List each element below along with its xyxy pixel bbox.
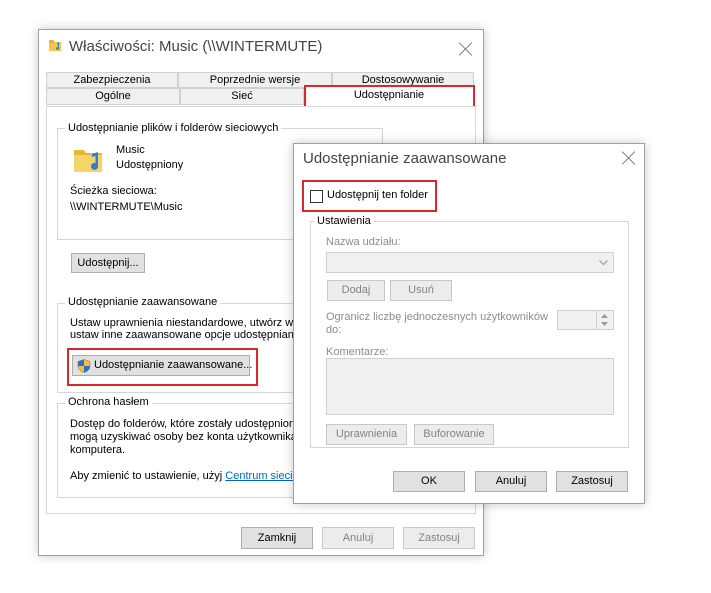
folder-name: Music [116, 144, 145, 156]
folder-status: Udostępniony [116, 159, 184, 171]
tab-zabezpieczenia[interactable]: Zabezpieczenia [46, 72, 178, 88]
tab-ogolne[interactable]: Ogólne [46, 88, 180, 105]
main-apply-button[interactable]: Zastosuj [403, 527, 475, 549]
window-title: Właściwości: Music (\\WINTERMUTE) [69, 38, 323, 55]
network-share-group-label: Udostępnianie plików i folderów sieciowy… [65, 122, 282, 134]
highlight-advanced-button [67, 348, 258, 386]
password-change-line: Aby zmienić to ustawienie, użyj Centrum … [70, 470, 307, 482]
network-path-label: Ścieżka sieciowa: [70, 185, 157, 197]
password-desc-line1: Dostęp do folderów, które zostały udostę… [70, 418, 302, 430]
advanced-desc-line1: Ustaw uprawnienia niestandardowe, utwórz… [70, 317, 302, 329]
dialog-apply-button[interactable]: Zastosuj [556, 471, 628, 492]
dialog-close-icon[interactable] [622, 151, 636, 165]
permissions-button[interactable]: Uprawnienia [326, 424, 407, 445]
network-path: \\WINTERMUTE\Music [70, 201, 183, 213]
tab-siec[interactable]: Sieć [180, 88, 304, 105]
password-group-label: Ochrona hasłem [65, 396, 152, 408]
advanced-desc-line2: ustaw inne zaawansowane opcje udostępnia… [70, 329, 303, 341]
dialog-cancel-button[interactable]: Anuluj [475, 471, 547, 492]
dialog-title: Udostępnianie zaawansowane [303, 150, 507, 167]
settings-group-label: Ustawienia [314, 215, 374, 227]
music-folder-icon [74, 150, 102, 172]
stepper-up-icon[interactable] [601, 314, 608, 318]
advanced-sharing-dialog: Udostępnianie zaawansowane Udostępnij te… [293, 143, 645, 504]
main-cancel-button[interactable]: Anuluj [322, 527, 394, 549]
share-name-label: Nazwa udziału: [326, 236, 401, 248]
user-limit-stepper[interactable] [557, 310, 614, 330]
share-name-combobox[interactable] [326, 252, 614, 273]
comments-textarea[interactable] [326, 358, 614, 415]
ok-button[interactable]: OK [393, 471, 465, 492]
chevron-down-icon [599, 260, 608, 266]
caching-button[interactable]: Buforowanie [414, 424, 494, 445]
highlight-share-checkbox [302, 180, 437, 212]
user-limit-label-line1: Ogranicz liczbę jednoczesnych użytkownik… [326, 311, 548, 323]
password-desc-line2: mogą uzyskiwać osoby bez konta użytkowni… [70, 431, 297, 443]
password-change-text: Aby zmienić to ustawienie, użyj [70, 470, 226, 482]
stepper-divider [596, 311, 597, 329]
password-desc-line3: komputera. [70, 444, 126, 456]
stepper-down-icon[interactable] [601, 322, 608, 326]
share-button[interactable]: Udostępnij... [71, 253, 145, 273]
remove-button[interactable]: Usuń [390, 280, 452, 301]
advanced-share-group-label: Udostępnianie zaawansowane [65, 296, 221, 308]
add-button[interactable]: Dodaj [327, 280, 385, 301]
user-limit-label-line2: do: [326, 324, 342, 336]
folder-title-icon [49, 40, 61, 51]
close-button[interactable]: Zamknij [241, 527, 313, 549]
comments-label: Komentarze: [326, 346, 389, 358]
close-icon[interactable] [459, 42, 473, 56]
